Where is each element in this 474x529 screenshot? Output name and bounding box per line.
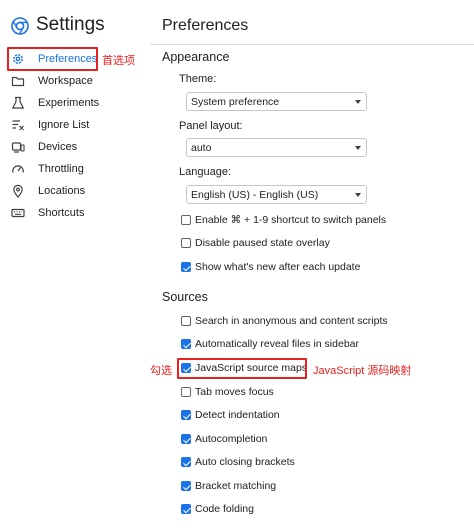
checkbox-disable-paused-overlay[interactable]: Disable paused state overlay (181, 236, 330, 250)
keyboard-icon (10, 205, 26, 221)
checkbox[interactable] (181, 387, 191, 397)
checkbox-label: Automatically reveal files in sidebar (195, 338, 359, 350)
panel-layout-select[interactable]: auto (186, 138, 367, 157)
sidebar-item-label: Experiments (38, 97, 100, 109)
sidebar-item-label: Shortcuts (38, 207, 85, 219)
ignore-list-icon (10, 117, 26, 133)
sidebar-item-shortcuts[interactable]: Shortcuts (10, 203, 140, 223)
theme-select-value: System preference (191, 95, 280, 108)
chevron-down-icon (355, 100, 361, 104)
checkbox-label: Detect indentation (195, 409, 280, 421)
sidebar-item-workspace[interactable]: Workspace (10, 71, 140, 91)
checkbox-auto-closing-brackets[interactable]: Auto closing brackets (181, 455, 295, 469)
sidebar-item-devices[interactable]: Devices (10, 137, 140, 157)
language-label: Language: (179, 166, 231, 178)
checkbox[interactable] (181, 457, 191, 467)
checkbox[interactable] (181, 215, 191, 225)
theme-label: Theme: (179, 73, 217, 85)
checkbox[interactable] (181, 504, 191, 514)
sidebar-item-label: Devices (38, 141, 78, 153)
preferences-highlight-box (7, 47, 98, 71)
checkbox[interactable] (181, 481, 191, 491)
sidebar-item-ignore-list[interactable]: Ignore List (10, 115, 140, 135)
speedometer-icon (10, 161, 26, 177)
theme-select[interactable]: System preference (186, 92, 367, 111)
sidebar-item-experiments[interactable]: Experiments (10, 93, 140, 113)
language-select-value: English (US) - English (US) (191, 188, 319, 201)
checkbox-search-anonymous-scripts[interactable]: Search in anonymous and content scripts (181, 314, 388, 328)
preferences-annotation: 首选项 (102, 55, 135, 67)
panel-layout-label: Panel layout: (179, 120, 243, 132)
checkbox-label: Enable ⌘ + 1-9 shortcut to switch panels (195, 214, 387, 226)
checkbox[interactable] (181, 339, 191, 349)
checkbox-autocompletion[interactable]: Autocompletion (181, 432, 267, 446)
sidebar-item-throttling[interactable]: Throttling (10, 159, 140, 179)
folder-icon (10, 73, 26, 89)
checkbox-label: Search in anonymous and content scripts (195, 315, 388, 327)
checkbox-label: Autocompletion (195, 433, 268, 445)
settings-logo-icon (11, 17, 29, 35)
checkbox-enable-shortcut[interactable]: Enable ⌘ + 1-9 shortcut to switch panels (181, 213, 386, 227)
flask-icon (10, 95, 26, 111)
sidebar-item-label: Workspace (38, 75, 93, 87)
checkbox-label: Auto closing brackets (195, 456, 295, 468)
chevron-down-icon (355, 146, 361, 150)
checkbox-code-folding[interactable]: Code folding (181, 502, 254, 516)
sidebar-item-label: Locations (38, 185, 86, 197)
sidebar-item-label: Throttling (38, 163, 84, 175)
checkbox-label: Code folding (195, 503, 254, 515)
appearance-section-header: Appearance (162, 50, 230, 64)
app-title: Settings (36, 14, 105, 35)
devices-icon (10, 139, 26, 155)
checkbox-annotation: 勾选 (150, 365, 172, 377)
source-maps-highlight-box (177, 358, 307, 379)
checkbox-reveal-files-sidebar[interactable]: Automatically reveal files in sidebar (181, 337, 359, 351)
page-title: Preferences (162, 17, 249, 34)
checkbox-label: Show what's new after each update (195, 261, 361, 273)
checkbox[interactable] (181, 410, 191, 420)
checkbox-show-whats-new[interactable]: Show what's new after each update (181, 260, 360, 274)
location-pin-icon (10, 183, 26, 199)
checkbox[interactable] (181, 316, 191, 326)
chevron-down-icon (355, 193, 361, 197)
panel-layout-select-value: auto (191, 141, 212, 154)
checkbox-label: Tab moves focus (195, 386, 274, 398)
sources-section-header: Sources (162, 290, 208, 304)
checkbox[interactable] (181, 238, 191, 248)
checkbox[interactable] (181, 434, 191, 444)
source-maps-annotation: JavaScript 源码映射 (313, 365, 412, 377)
checkbox-detect-indentation[interactable]: Detect indentation (181, 408, 280, 422)
checkbox-bracket-matching[interactable]: Bracket matching (181, 479, 276, 493)
checkbox[interactable] (181, 262, 191, 272)
sidebar-item-label: Ignore List (38, 119, 90, 131)
checkbox-tab-moves-focus[interactable]: Tab moves focus (181, 385, 274, 399)
checkbox-label: Disable paused state overlay (195, 237, 330, 249)
header-divider (150, 44, 474, 45)
checkbox-label: Bracket matching (195, 480, 277, 492)
sidebar-item-locations[interactable]: Locations (10, 181, 140, 201)
language-select[interactable]: English (US) - English (US) (186, 185, 367, 204)
